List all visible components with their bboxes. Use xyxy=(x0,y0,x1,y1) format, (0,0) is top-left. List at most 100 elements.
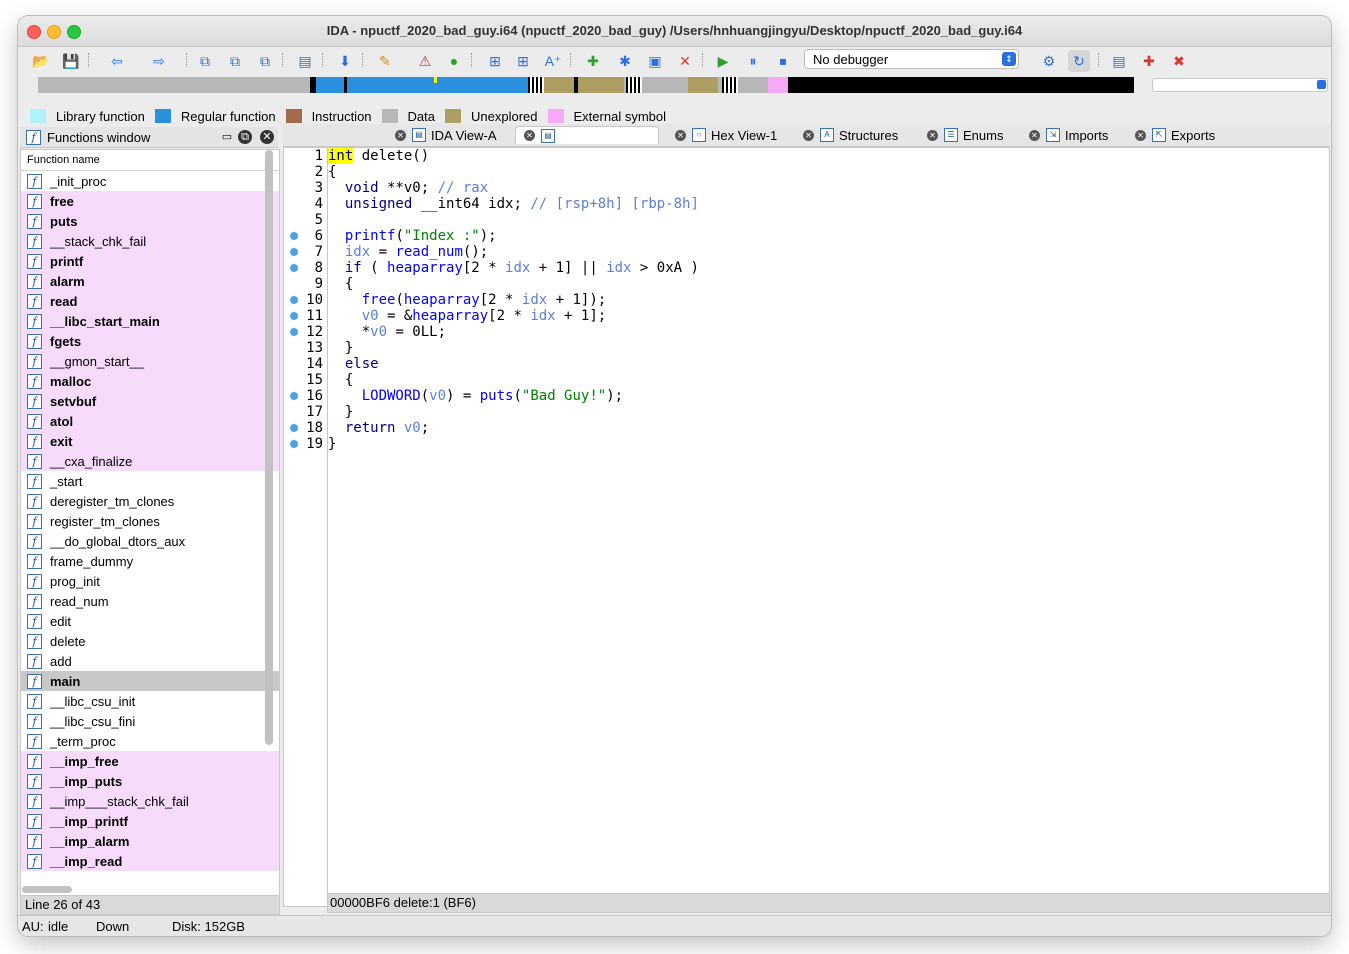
close-tab-icon[interactable]: ✕ xyxy=(927,129,938,141)
minimize-panel-icon[interactable]: ▭ xyxy=(220,130,234,144)
functions-list[interactable]: Function name f _init_proc f free f puts f __st… xyxy=(20,149,280,903)
tracing-icon[interactable]: ▤ xyxy=(1108,50,1130,72)
breakpoint-dot-icon[interactable] xyxy=(290,440,298,448)
function-row[interactable]: f printf xyxy=(21,251,279,271)
function-row[interactable]: f prog_init xyxy=(21,571,279,591)
code-line[interactable]: void **v0; // rax xyxy=(328,180,1329,196)
function-row[interactable]: f __imp_alarm xyxy=(21,831,279,851)
forward-icon[interactable]: ⇨ xyxy=(148,50,170,72)
column-header-function-name[interactable]: Function name xyxy=(21,150,279,171)
code-line[interactable]: LODWORD(v0) = puts("Bad Guy!"); xyxy=(328,388,1329,404)
save-icon[interactable]: 💾 xyxy=(60,50,82,72)
list-view-icon[interactable]: ▤ xyxy=(294,50,316,72)
function-row[interactable]: f __imp_puts xyxy=(21,771,279,791)
breakpoint-dot-icon[interactable] xyxy=(290,248,298,256)
close-tab-icon[interactable]: ✕ xyxy=(395,129,406,141)
back-icon[interactable]: ⇦ xyxy=(106,50,128,72)
close-tab-icon[interactable]: ✕ xyxy=(803,129,814,141)
navigation-combo[interactable] xyxy=(1152,78,1328,92)
pseudocode-view[interactable]: 1 2 3 4 5 6 7 8 9 10 11 12 13 14 15 16 17 18 19 int delete… xyxy=(283,147,1330,907)
function-row[interactable]: f _init_proc xyxy=(21,171,279,191)
breakpoint-dot-icon[interactable] xyxy=(290,424,298,432)
plugin-icon[interactable]: ✱ xyxy=(614,50,636,72)
function-row[interactable]: f __cxa_finalize xyxy=(21,451,279,471)
code-line[interactable]: { xyxy=(328,372,1329,388)
function-row[interactable]: f exit xyxy=(21,431,279,451)
function-row[interactable]: f register_tm_clones xyxy=(21,511,279,531)
breakpoint-dot-icon[interactable] xyxy=(290,264,298,272)
function-row[interactable]: f malloc xyxy=(21,371,279,391)
code-line[interactable]: idx = read_num(); xyxy=(328,244,1329,260)
function-row[interactable]: f frame_dummy xyxy=(21,551,279,571)
horizontal-scrollbar[interactable] xyxy=(22,886,72,893)
function-row[interactable]: f add xyxy=(21,651,279,671)
code-line[interactable]: unsigned __int64 idx; // [rsp+8h] [rbp-8… xyxy=(328,196,1329,212)
tab-hex-view-1[interactable]: ✕ ○ Hex View-1 xyxy=(675,126,777,144)
tab-ida-view-a[interactable]: ✕ ▤ IDA View-A xyxy=(395,126,497,144)
delete-breakpoint-icon[interactable]: ✖ xyxy=(1168,50,1190,72)
tab-enums[interactable]: ✕ ☰ Enums xyxy=(927,126,1003,144)
close-tab-icon[interactable]: ✕ xyxy=(1029,129,1040,141)
start-process-icon[interactable]: ▶ xyxy=(712,50,734,72)
function-row[interactable]: f __imp_free xyxy=(21,751,279,771)
function-row[interactable]: f read xyxy=(21,291,279,311)
breakpoint-dot-icon[interactable] xyxy=(290,328,298,336)
refresh-icon[interactable]: ↻ xyxy=(1068,50,1090,72)
code-line[interactable]: free(heaparray[2 * idx + 1]); xyxy=(328,292,1329,308)
code-line[interactable]: { xyxy=(328,276,1329,292)
tab-pseudocode[interactable]: ✕ ▤ xyxy=(515,126,659,144)
tab-imports[interactable]: ✕ ⇲ Imports xyxy=(1029,126,1108,144)
debugger-select[interactable]: No debugger ⇕ xyxy=(804,49,1019,69)
function-row[interactable]: f __do_global_dtors_aux xyxy=(21,531,279,551)
code-line[interactable]: } xyxy=(328,436,1329,452)
float-panel-icon[interactable]: ⧉ xyxy=(238,130,252,144)
function-row[interactable]: f read_num xyxy=(21,591,279,611)
breakpoint-dot-icon[interactable] xyxy=(290,392,298,400)
add-struct-icon[interactable]: A⁺ xyxy=(542,50,564,72)
code-line[interactable]: printf("Index :"); xyxy=(328,228,1329,244)
open-icon[interactable]: 📂 xyxy=(30,50,52,72)
code-line[interactable]: int delete() xyxy=(328,148,1329,164)
function-row[interactable]: f fgets xyxy=(21,331,279,351)
close-panel-icon[interactable]: ✕ xyxy=(260,130,274,144)
patch-icon[interactable]: ▣ xyxy=(644,50,666,72)
vertical-scrollbar[interactable] xyxy=(265,150,273,745)
function-row[interactable]: f __libc_csu_fini xyxy=(21,711,279,731)
function-row[interactable]: f free xyxy=(21,191,279,211)
code-line[interactable]: v0 = &heaparray[2 * idx + 1]; xyxy=(328,308,1329,324)
function-row[interactable]: f __imp___stack_chk_fail xyxy=(21,791,279,811)
warning-icon[interactable]: ⚠ xyxy=(414,50,436,72)
function-row[interactable]: f __imp_printf xyxy=(21,811,279,831)
code-line[interactable]: return v0; xyxy=(328,420,1329,436)
function-row[interactable]: f __libc_csu_init xyxy=(21,691,279,711)
code-line[interactable]: } xyxy=(328,404,1329,420)
graph-icon[interactable]: ⊞ xyxy=(512,50,534,72)
code-line[interactable]: if ( heaparray[2 * idx + 1] || idx > 0xA… xyxy=(328,260,1329,276)
function-row[interactable]: f alarm xyxy=(21,271,279,291)
add-breakpoint-icon[interactable]: ✚ xyxy=(1138,50,1160,72)
pseudocode-text[interactable]: int delete() { void **v0; // rax unsigned… xyxy=(328,148,1329,452)
tab-exports[interactable]: ✕ ⇱ Exports xyxy=(1135,126,1215,144)
function-row[interactable]: f _term_proc xyxy=(21,731,279,751)
binary-search-icon[interactable]: ⧉ xyxy=(194,50,216,72)
navigation-band[interactable] xyxy=(38,77,1134,93)
delete-icon[interactable]: ✕ xyxy=(674,50,696,72)
breakpoint-dot-icon[interactable] xyxy=(290,232,298,240)
jump-down-icon[interactable]: ⬇ xyxy=(334,50,356,72)
text-search-icon[interactable]: ⧉ xyxy=(224,50,246,72)
breakpoint-dot-icon[interactable] xyxy=(290,312,298,320)
function-row[interactable]: f delete xyxy=(21,631,279,651)
code-line[interactable]: *v0 = 0LL; xyxy=(328,324,1329,340)
code-line[interactable] xyxy=(328,212,1329,228)
script-icon[interactable]: ✚ xyxy=(582,50,604,72)
function-row[interactable]: f __gmon_start__ xyxy=(21,351,279,371)
function-row[interactable]: f edit xyxy=(21,611,279,631)
function-row[interactable]: f __libc_start_main xyxy=(21,311,279,331)
code-line[interactable]: else xyxy=(328,356,1329,372)
close-tab-icon[interactable]: ✕ xyxy=(675,129,686,141)
function-row[interactable]: f main xyxy=(21,671,279,691)
debug-icon[interactable]: ⚙ xyxy=(1038,50,1060,72)
green-circle-icon[interactable]: ● xyxy=(443,50,465,72)
edit-function-icon[interactable]: ✎ xyxy=(374,50,396,72)
function-row[interactable]: f setvbuf xyxy=(21,391,279,411)
